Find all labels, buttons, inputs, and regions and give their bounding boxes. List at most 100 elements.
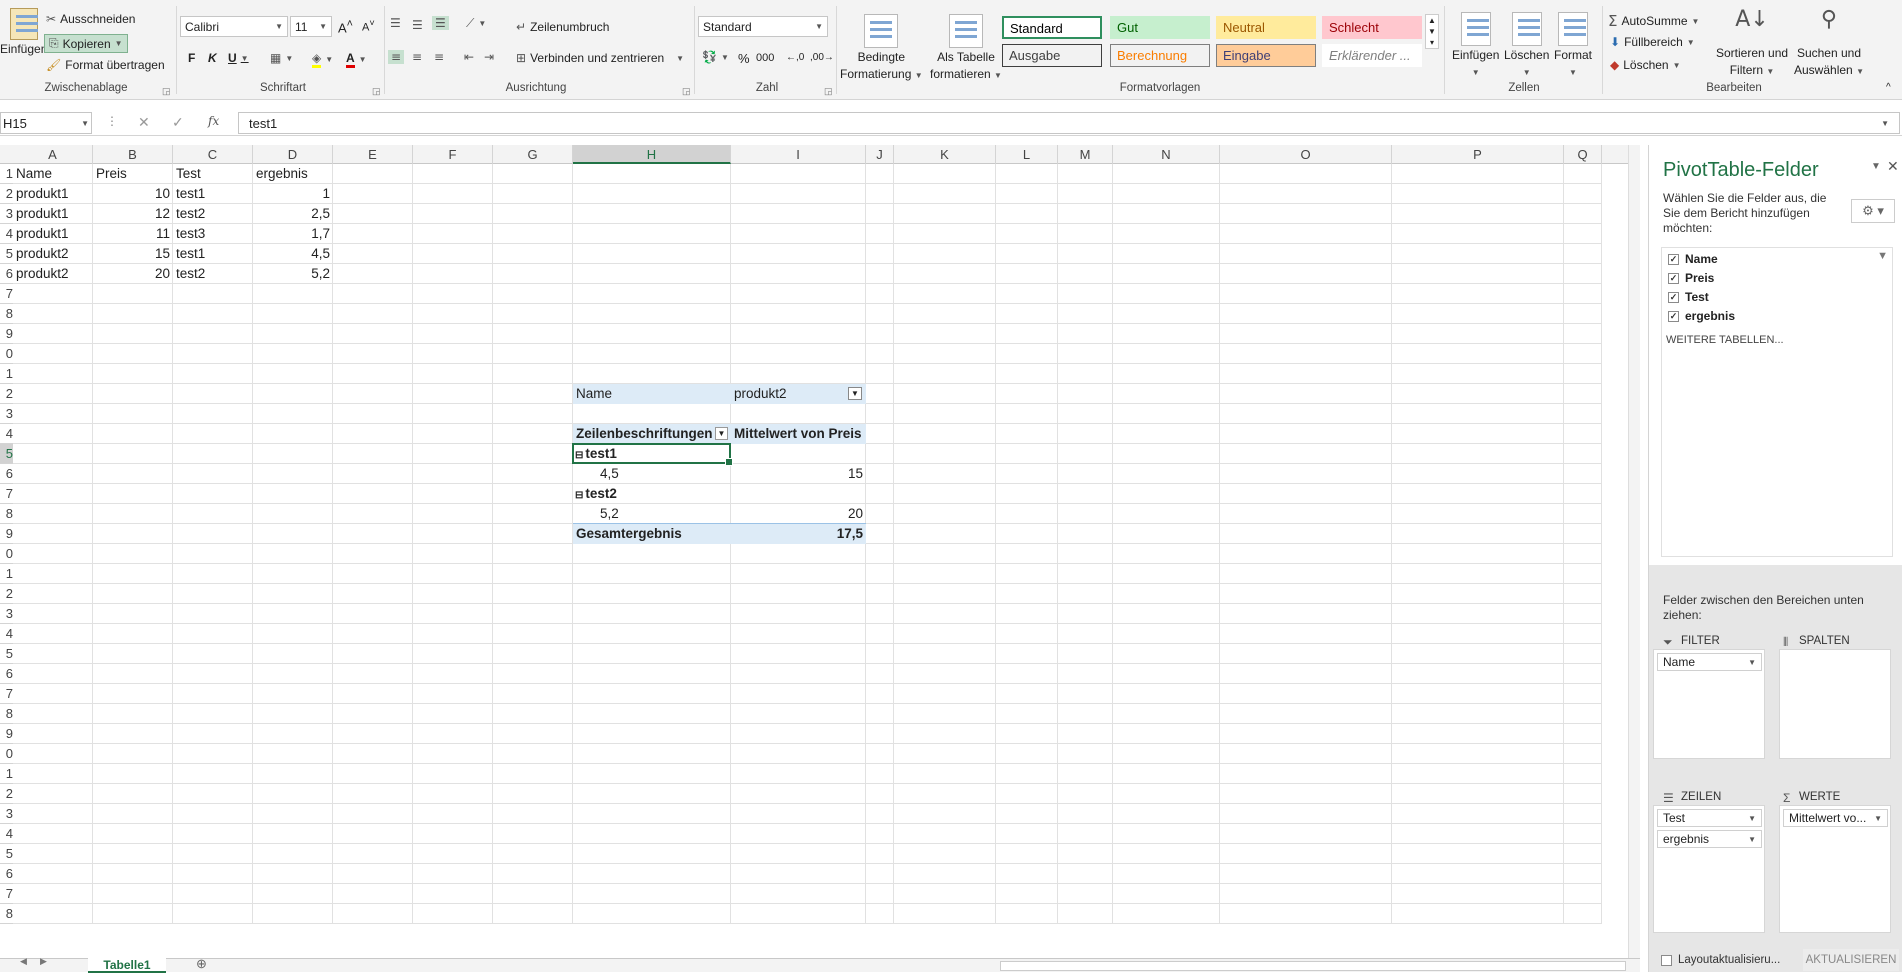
align-center-button[interactable]: ≡ [412, 50, 422, 64]
row-header-36[interactable]: 6 [0, 864, 13, 884]
pivot-row-labels-header[interactable]: Zeilenbeschriftungen [573, 424, 731, 444]
filter-chip-name[interactable]: Name ▼ [1657, 653, 1762, 671]
italic-button[interactable]: K [208, 51, 217, 65]
table-data-cell[interactable]: 11 [93, 224, 173, 244]
decrease-indent-button[interactable]: ⇤ [464, 50, 474, 64]
row-header-25[interactable]: 5 [0, 644, 13, 664]
more-tables-link[interactable]: WEITERE TABELLEN... [1666, 334, 1784, 346]
align-left-button[interactable]: ≡ [388, 50, 405, 64]
autosum-button[interactable]: Σ AutoSumme ▼ [1608, 12, 1699, 30]
row-header-15[interactable]: 5 [0, 444, 13, 464]
cell-style-gut[interactable]: Gut [1110, 16, 1210, 39]
fill-color-button[interactable]: ◈ ▼ [312, 51, 333, 68]
pivot-total-value[interactable]: 17,5 [731, 524, 866, 544]
collapse-icon[interactable]: ⊟ [575, 490, 583, 501]
row-header-3[interactable]: 3 [0, 204, 13, 224]
column-header-j[interactable]: J [866, 145, 894, 164]
dialog-launcher-icon[interactable]: ◲ [682, 86, 691, 97]
table-data-cell[interactable]: 12 [93, 204, 173, 224]
align-bottom-button[interactable]: ☰ [432, 16, 449, 30]
cell-style-eingabe[interactable]: Eingabe [1216, 44, 1316, 67]
conditional-formatting-button[interactable]: Bedingte Formatierung ▼ [840, 14, 923, 83]
column-header-o[interactable]: O [1220, 145, 1392, 164]
wrap-text-button[interactable]: ↵ Zeilenumbruch [516, 20, 609, 34]
increase-indent-button[interactable]: ⇥ [484, 50, 494, 64]
row-header-22[interactable]: 2 [0, 584, 13, 604]
format-as-table-button[interactable]: Als Tabelle formatieren ▼ [930, 14, 1002, 83]
update-button[interactable]: AKTUALISIEREN [1803, 949, 1899, 971]
cell-style-neutral[interactable]: Neutral [1216, 16, 1316, 39]
find-select-button[interactable]: ⚲ Suchen und Auswählen ▼ [1794, 9, 1864, 79]
column-header-b[interactable]: B [93, 145, 173, 164]
row-header-11[interactable]: 1 [0, 364, 13, 384]
table-data-cell[interactable]: test2 [173, 204, 253, 224]
cell-style-schlecht[interactable]: Schlecht [1322, 16, 1422, 39]
row-header-34[interactable]: 4 [0, 824, 13, 844]
row-header-21[interactable]: 1 [0, 564, 13, 584]
dialog-launcher-icon[interactable]: ◲ [162, 86, 171, 97]
sheet-tab-tabelle1[interactable]: Tabelle1 [88, 958, 166, 973]
table-data-cell[interactable]: 20 [93, 264, 173, 284]
table-data-cell[interactable]: 15 [93, 244, 173, 264]
row-header-30[interactable]: 0 [0, 744, 13, 764]
table-data-cell[interactable]: 2,5 [253, 204, 333, 224]
column-header-q[interactable]: Q [1564, 145, 1602, 164]
row-header-10[interactable]: 0 [0, 344, 13, 364]
font-size-select[interactable]: 11 ▼ [290, 16, 332, 37]
orientation-button[interactable]: ⟋ ▼ [466, 16, 486, 31]
gear-icon[interactable]: ⚙ ▾ [1851, 199, 1895, 223]
field-item-ergebnis[interactable]: ✓ ergebnis [1668, 309, 1735, 323]
column-header-e[interactable]: E [333, 145, 413, 164]
row-header-20[interactable]: 0 [0, 544, 13, 564]
underline-button[interactable]: U ▼ [228, 51, 249, 65]
column-header-l[interactable]: L [996, 145, 1058, 164]
row-header-1[interactable]: 1 [0, 164, 13, 184]
pivot-item-value[interactable]: 20 [731, 504, 866, 524]
pivot-group-label[interactable]: ⊟ test2 [573, 484, 731, 504]
row-header-19[interactable]: 9 [0, 524, 13, 544]
pivot-item-value[interactable]: 15 [731, 464, 866, 484]
values-chip[interactable]: Mittelwert vo... ▼ [1783, 809, 1888, 827]
row-header-24[interactable]: 4 [0, 624, 13, 644]
cell-style-ausgabe[interactable]: Ausgabe [1002, 44, 1102, 67]
table-data-cell[interactable]: test2 [173, 264, 253, 284]
name-box[interactable]: H15 ▼ [0, 112, 92, 134]
rows-chip-ergebnis[interactable]: ergebnis ▼ [1657, 830, 1762, 848]
row-header-8[interactable]: 8 [0, 304, 13, 324]
table-data-cell[interactable]: test3 [173, 224, 253, 244]
format-cells-button[interactable]: Format ▼ [1554, 12, 1592, 80]
row-header-6[interactable]: 6 [0, 264, 13, 284]
bold-button[interactable]: F [188, 51, 195, 65]
insert-function-button[interactable]: fx [208, 114, 219, 128]
row-header-37[interactable]: 7 [0, 884, 13, 904]
cell-style-erklärender[interactable]: Erklärender ... [1322, 44, 1422, 67]
column-header-n[interactable]: N [1113, 145, 1220, 164]
borders-button[interactable]: ▦ ▼ [270, 51, 293, 65]
sort-filter-button[interactable]: A↓ Sortieren und Filtern ▼ [1716, 9, 1788, 79]
dialog-launcher-icon[interactable]: ◲ [372, 86, 381, 97]
row-labels-dropdown-icon[interactable]: ▼ [715, 427, 728, 440]
row-header-35[interactable]: 5 [0, 844, 13, 864]
field-item-preis[interactable]: ✓ Preis [1668, 271, 1714, 285]
rows-area[interactable]: Test ▼ ergebnis ▼ [1653, 805, 1765, 933]
pivot-filter-value[interactable]: produkt2 [731, 384, 866, 404]
close-icon[interactable]: ✕ [1887, 158, 1899, 175]
dialog-launcher-icon[interactable]: ◲ [824, 86, 833, 97]
cell-style-standard[interactable]: Standard [1002, 16, 1102, 39]
worksheet[interactable]: ABCDEFGHIJKLMNOPQ 1234567890123456789012… [0, 145, 1640, 958]
more-options-icon[interactable]: ⋮ [106, 114, 118, 128]
vertical-scrollbar[interactable] [1628, 145, 1640, 958]
scroll-tabs-right-icon[interactable]: ▶ [40, 956, 47, 967]
thousands-button[interactable]: 000 [756, 52, 774, 64]
align-right-button[interactable]: ≡ [434, 50, 444, 64]
table-data-cell[interactable]: produkt2 [13, 244, 93, 264]
row-header-17[interactable]: 7 [0, 484, 13, 504]
paste-button[interactable]: Einfügen [0, 8, 47, 57]
font-color-button[interactable]: A ▼ [346, 51, 367, 68]
copy-button[interactable]: ⎘ Kopieren ▼ [44, 34, 128, 53]
table-header-cell[interactable]: Preis [93, 164, 173, 184]
table-data-cell[interactable]: produkt1 [13, 224, 93, 244]
row-header-9[interactable]: 9 [0, 324, 13, 344]
field-item-name[interactable]: ✓ Name [1668, 252, 1718, 266]
pivot-filter-label[interactable]: Name [573, 384, 731, 404]
